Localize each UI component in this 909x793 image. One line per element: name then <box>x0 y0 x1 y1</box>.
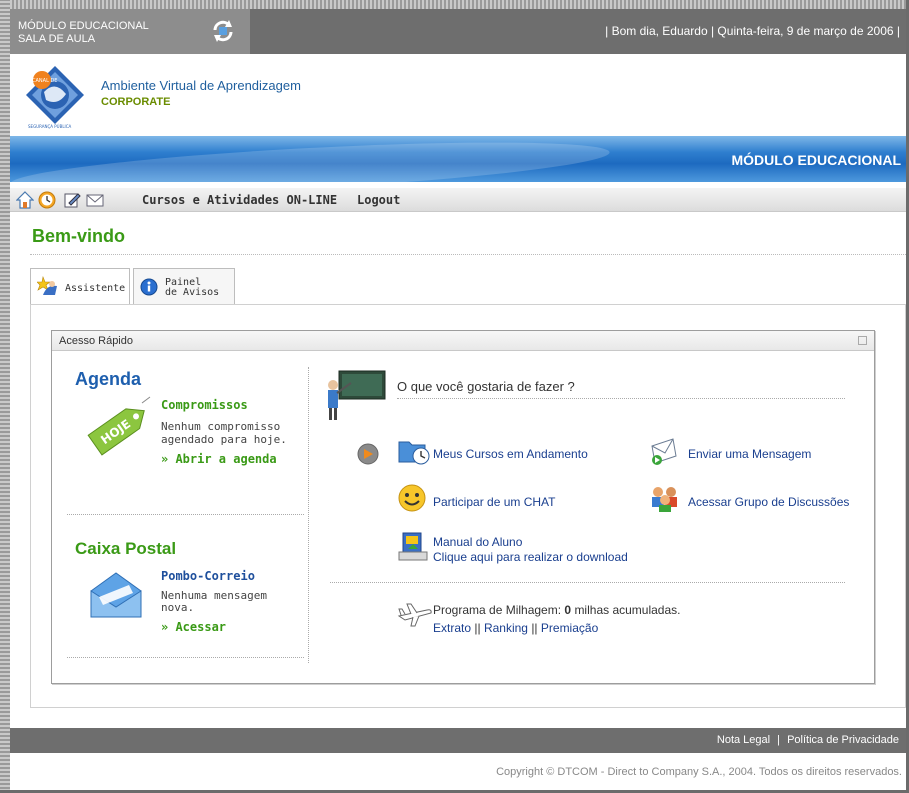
canal-seguranca-logo: CANAL DE SEGURANÇA PÚBLICA <box>26 66 84 129</box>
tab-painel-label-line2: de Avisos <box>165 287 220 298</box>
mileage-links: Extrato || Ranking || Premiação <box>433 621 599 635</box>
nav-bar: Cursos e Atividades ON-LINE Logout <box>10 188 906 212</box>
home-icon[interactable] <box>16 191 34 209</box>
ranking-link[interactable]: Ranking <box>484 621 528 635</box>
brand-area: CANAL DE SEGURANÇA PÚBLICA Ambiente Virt… <box>10 54 906 134</box>
teacher-icon <box>328 370 386 420</box>
page-title: Bem-vindo <box>32 226 126 246</box>
mileage-prefix: Programa de Milhagem: <box>433 603 562 617</box>
info-icon <box>140 278 158 296</box>
tab-assistente-label: Assistente <box>65 283 126 294</box>
mailbox-access-link[interactable]: » Acessar <box>161 620 226 634</box>
sync-icon[interactable] <box>210 18 236 44</box>
pombo-correio-label: Pombo-Correio <box>161 569 255 583</box>
brand-title: Ambiente Virtual de Aprendizagem <box>101 78 301 93</box>
copyright-text: Copyright © DTCOM - Direct to Company S.… <box>496 766 902 778</box>
tab-assistente[interactable]: Assistente <box>30 268 130 305</box>
mailbox-text-line2: nova. <box>161 601 195 614</box>
manual-download-icon <box>398 532 428 561</box>
compromissos-label: Compromissos <box>161 398 248 412</box>
banner-decoration <box>10 136 611 182</box>
send-message-link[interactable]: Enviar uma Mensagem <box>688 447 811 461</box>
manual-download-link[interactable]: Clique aqui para realizar o download <box>433 550 628 564</box>
title-divider <box>30 254 906 255</box>
courses-online-link[interactable]: Cursos e Atividades ON-LINE <box>142 193 337 207</box>
footer-links: Nota Legal | Política de Privacidade <box>716 734 899 746</box>
banner-title: MÓDULO EDUCACIONAL <box>731 152 901 168</box>
greeting-text: | Bom dia, Eduardo | Quinta-feira, 9 de … <box>605 24 900 38</box>
privacy-policy-link[interactable]: Política de Privacidade <box>787 734 899 746</box>
frame-top-border <box>0 0 909 9</box>
agenda-text-line1: Nenhum compromisso <box>161 420 281 433</box>
notepad-icon[interactable] <box>63 191 81 209</box>
mileage-value: 0 <box>564 603 572 617</box>
module-subtitle: SALA DE AULA <box>18 33 96 45</box>
clock-icon[interactable] <box>38 191 56 209</box>
airplane-icon <box>397 603 432 627</box>
footer-bar: Nota Legal | Política de Privacidade <box>10 728 906 753</box>
column-divider <box>308 367 309 663</box>
quick-access-header: Acesso Rápido <box>52 331 874 351</box>
logo-top-text: CANAL DE <box>32 78 57 84</box>
actions-divider <box>330 582 845 583</box>
mileage-suffix: milhas acumuladas. <box>574 603 681 617</box>
logout-link[interactable]: Logout <box>357 193 400 207</box>
mailbox-heading: Caixa Postal <box>75 539 177 558</box>
agenda-divider <box>67 514 304 515</box>
discussion-group-link[interactable]: Acessar Grupo de Discussões <box>688 495 849 509</box>
chat-link[interactable]: Participar de um CHAT <box>433 495 555 509</box>
my-courses-link[interactable]: Meus Cursos em Andamento <box>433 447 588 461</box>
brand-subtitle: CORPORATE <box>101 96 171 108</box>
open-agenda-link[interactable]: » Abrir a agenda <box>161 452 277 466</box>
module-banner: MÓDULO EDUCACIONAL <box>10 136 906 182</box>
module-block: MÓDULO EDUCACIONAL SALA DE AULA <box>10 9 250 54</box>
mail-icon[interactable] <box>86 191 104 209</box>
top-bar: MÓDULO EDUCACIONAL SALA DE AULA | Bom di… <box>10 9 906 54</box>
manual-title-link[interactable]: Manual do Aluno <box>433 535 522 549</box>
frame-left-border <box>0 0 10 793</box>
prompt-divider <box>397 398 845 399</box>
arrow-bullet-icon <box>357 443 379 465</box>
agenda-text-line2: agendado para hoje. <box>161 433 287 446</box>
maximize-icon[interactable] <box>858 336 867 345</box>
quick-access-prompt: O que você gostaria de fazer ? <box>397 379 575 394</box>
logo-bottom-text: SEGURANÇA PÚBLICA <box>28 124 72 129</box>
mailbox-divider <box>67 657 304 658</box>
quick-access-title: Acesso Rápido <box>59 335 133 347</box>
chat-smiley-icon <box>398 484 426 512</box>
agenda-heading: Agenda <box>75 369 142 389</box>
folder-clock-icon <box>398 441 430 465</box>
legal-notice-link[interactable]: Nota Legal <box>717 734 770 746</box>
module-title: MÓDULO EDUCACIONAL <box>18 20 149 32</box>
envelope-icon <box>90 572 142 618</box>
send-message-icon <box>651 438 677 465</box>
discussion-group-icon <box>652 487 677 512</box>
quick-access-panel: Acesso Rápido Agenda HOJE Compromissos N… <box>51 330 875 684</box>
hoje-tag-icon: HOJE <box>87 396 151 456</box>
tab-painel-avisos[interactable]: Painel de Avisos <box>133 268 235 304</box>
assistant-icon <box>37 276 57 295</box>
premiacao-link[interactable]: Premiação <box>541 621 598 635</box>
extrato-link[interactable]: Extrato <box>433 621 471 635</box>
mileage-text: Programa de Milhagem: 0 milhas acumulada… <box>433 603 681 617</box>
